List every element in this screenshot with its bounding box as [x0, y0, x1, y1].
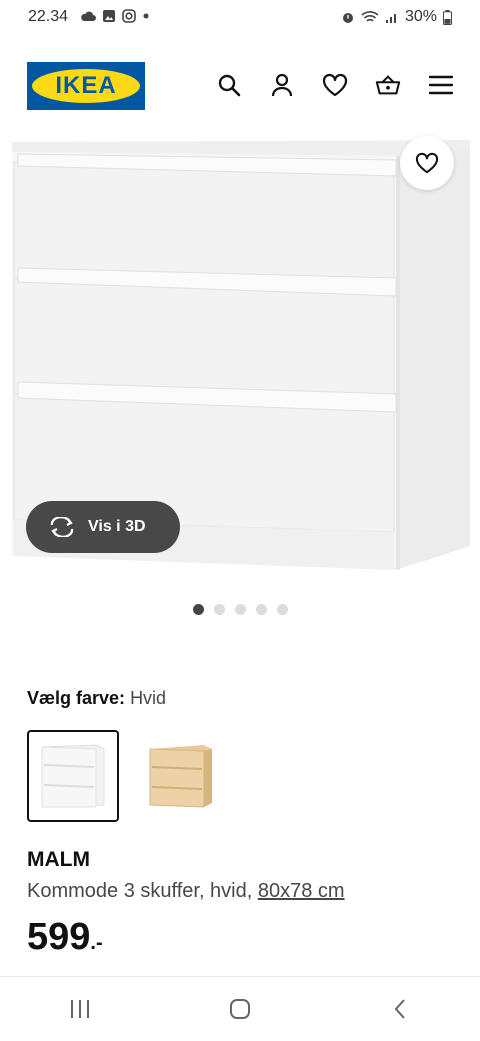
ikea-logo[interactable]: IKEA — [27, 62, 145, 110]
favourite-button[interactable] — [400, 136, 454, 190]
white-dresser-thumbnail — [41, 744, 105, 808]
price-suffix: .- — [90, 932, 103, 954]
price-value: 599 — [27, 916, 91, 958]
signal-icon — [385, 14, 396, 23]
view-3d-label: Vis i 3D — [88, 518, 146, 535]
status-time: 22.34 — [28, 8, 69, 25]
product-description-text: Kommode 3 skuffer, hvid, — [27, 880, 258, 902]
gallery-icon — [103, 10, 115, 22]
battery-icon — [443, 9, 452, 25]
home-icon — [230, 999, 250, 1019]
oak-dresser-thumbnail — [149, 745, 212, 808]
rotate-3d-icon — [50, 517, 74, 537]
user-icon[interactable] — [269, 72, 295, 98]
recent-apps-icon — [71, 1000, 89, 1018]
color-label-key: Vælg farve: — [27, 688, 126, 708]
basket-icon[interactable] — [375, 72, 401, 98]
alarm-icon — [342, 13, 353, 23]
heart-icon[interactable] — [322, 72, 348, 98]
back-button[interactable] — [370, 989, 430, 1029]
product-price: 599.- — [27, 916, 103, 959]
status-system-icons: 30% — [341, 8, 452, 26]
product-description: Kommode 3 skuffer, hvid, 80x78 cm — [27, 880, 345, 903]
swatch-oak[interactable] — [133, 730, 225, 822]
cloud-icon — [81, 11, 96, 21]
home-button[interactable] — [210, 989, 270, 1029]
recent-apps-button[interactable] — [50, 989, 110, 1029]
partially-hidden-text — [27, 968, 107, 976]
view-3d-button[interactable]: Vis i 3D — [26, 501, 180, 553]
site-header: IKEA — [0, 56, 480, 116]
status-bar: 22.34 30% — [0, 0, 480, 36]
color-label: Vælg farve: Hvid — [27, 688, 166, 709]
menu-icon[interactable] — [428, 72, 454, 98]
product-name: MALM — [27, 848, 90, 871]
status-notification-icons — [80, 9, 150, 23]
color-swatches — [27, 730, 225, 822]
battery-percent: 30% — [404, 8, 437, 25]
carousel-dot[interactable] — [213, 604, 225, 615]
header-actions — [216, 72, 454, 98]
back-icon — [394, 999, 405, 1019]
search-icon[interactable] — [216, 72, 242, 98]
product-dimensions-link[interactable]: 80x78 cm — [258, 880, 345, 902]
wifi-icon — [361, 11, 379, 22]
instagram-icon — [122, 9, 136, 23]
swatch-white[interactable] — [27, 730, 119, 822]
carousel-dot[interactable] — [276, 604, 288, 615]
image-carousel-dots — [0, 604, 480, 615]
carousel-dot[interactable] — [255, 604, 267, 615]
carousel-dot[interactable] — [234, 604, 246, 615]
heart-icon — [415, 152, 439, 174]
dot-icon — [143, 13, 149, 19]
carousel-dot[interactable] — [192, 604, 204, 615]
logo-text: IKEA — [55, 72, 117, 99]
color-label-value: Hvid — [130, 688, 167, 708]
android-nav-bar — [0, 976, 480, 1041]
